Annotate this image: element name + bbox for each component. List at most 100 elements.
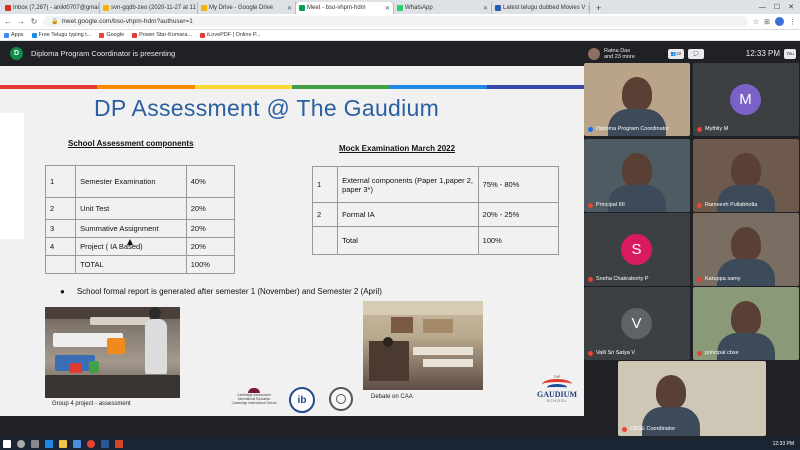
powerpoint-icon[interactable] [115, 440, 123, 448]
tab-favicon-icon [299, 5, 305, 11]
browser-tab[interactable]: Inbox (7,287) - anikt0707@gmail✕ [2, 2, 100, 14]
browser-tab[interactable]: WhatsApp ✕ [394, 2, 492, 14]
participants-button[interactable]: 👥22 [668, 48, 684, 59]
photo1-caption: Group 4 project - assessment [52, 401, 131, 407]
participant-tile[interactable]: CBSE Coordinator [618, 361, 766, 436]
bookmark-item[interactable]: Apps [4, 32, 24, 38]
word-icon[interactable] [101, 440, 109, 448]
browser-tab[interactable]: Latest telugu dubbed Movies V✕ [492, 2, 590, 14]
windows-start-icon[interactable] [3, 440, 11, 448]
participant-tile[interactable]: Diploma Program Coordinator [584, 63, 690, 136]
table-row: Total 100% [311, 226, 560, 255]
stripe-segment [0, 85, 98, 89]
presenting-bar: D Diploma Program Coordinator is present… [0, 41, 584, 66]
tab-title: Inbox (7,287) - anikt0707@gmail [13, 5, 100, 11]
browser-tab[interactable]: My Drive - Google Drive ✕ [198, 2, 296, 14]
new-tab-button[interactable]: + [590, 2, 607, 14]
participant-name-label: Karuppa samy [697, 276, 740, 282]
lock-icon: 🔒 [51, 19, 59, 25]
address-bar: ← → ↻ 🔒 meet.google.com/bso-vhpm-hdm?aut… [0, 14, 800, 30]
bookmark-icon [99, 32, 105, 38]
store-icon[interactable] [73, 440, 81, 448]
mic-off-icon [588, 276, 593, 282]
table-cell-no: 1 [311, 166, 339, 203]
school-assessment-heading: School Assessment components [68, 139, 194, 148]
back-icon[interactable]: ← [4, 17, 12, 26]
table-row: 2 Formal IA 20% - 25% [311, 202, 560, 227]
participant-name-label: Principal IIII [588, 202, 625, 208]
mic-off-icon [697, 350, 702, 356]
participant-tile[interactable]: S Sneha Chakraborty P [584, 213, 690, 286]
reload-icon[interactable]: ↻ [30, 17, 38, 26]
table-row: 4 Project ( IA Based) 20% [44, 237, 236, 256]
folder-icon[interactable] [59, 440, 67, 448]
table-cell-component: External components (Paper 1,paper 2, pa… [337, 166, 479, 203]
menu-icon[interactable]: ⋮ [789, 18, 796, 26]
close-tab-icon[interactable]: ✕ [287, 5, 292, 12]
mock-exam-table: 1 External components (Paper 1,paper 2, p… [311, 166, 560, 255]
close-tab-icon[interactable]: ✕ [483, 5, 488, 12]
participant-tile[interactable]: V Valli Sri Satya V [584, 287, 690, 360]
table-cell-weight: 75% - 80% [477, 166, 560, 203]
self-view[interactable]: You [784, 48, 796, 59]
tab-favicon-icon [201, 5, 207, 11]
participants-summary: Ratna Das and 23 more [604, 47, 635, 60]
table-row: TOTAL 100% [44, 255, 236, 274]
bookmark-item[interactable]: Power Star-Komara... [132, 32, 192, 38]
table-cell-weight: 20% - 25% [477, 202, 560, 227]
report-bullet: ● School formal report is generated afte… [60, 287, 382, 296]
bookmark-label: Apps [11, 32, 24, 38]
browser-tab[interactable]: svn-gqdb-zeo (2020-11-27 at 11✕ [100, 2, 198, 14]
participant-initial-avatar: S [621, 234, 652, 265]
table-cell-component: Summative Assignment [75, 219, 187, 238]
tab-title: WhatsApp [405, 5, 433, 11]
participant-name: Sneha Chakraborty P [596, 276, 649, 282]
bookmark-item[interactable]: Google [99, 32, 124, 38]
forward-icon[interactable]: → [17, 17, 25, 26]
ie-icon[interactable] [45, 440, 53, 448]
tab-favicon-icon [103, 5, 109, 11]
presenting-text: Diploma Program Coordinator is presentin… [31, 49, 176, 58]
participant-tile[interactable]: Karuppa samy [693, 213, 799, 286]
slide-side-panel [0, 113, 24, 239]
extensions-icon[interactable]: ⊞ [764, 18, 770, 26]
participant-tile[interactable]: M Mythily M [693, 63, 799, 136]
participant-name: Rameesh Pullabhotla [705, 202, 758, 208]
bookmark-label: Free Telugu typing t... [38, 32, 92, 38]
school-assessment-table: 1 Semester Examination 40% 2 Unit Test 20% 3 Su… [44, 165, 236, 274]
tab-title: svn-gqdb-zeo (2020-11-27 at 11 [111, 5, 196, 11]
participant-tile[interactable]: Principal IIII [584, 139, 690, 212]
participant-name: Principal IIII [596, 202, 625, 208]
mic-on-icon [588, 126, 593, 132]
bookmark-label: iLovePDF | Online P... [206, 32, 261, 38]
bookmark-item[interactable]: iLovePDF | Online P... [199, 32, 261, 38]
bullet-icon: ● [60, 287, 65, 296]
chrome-icon[interactable] [87, 440, 95, 448]
participant-tile[interactable]: principal cbse [693, 287, 799, 360]
participant-avatar [588, 47, 600, 60]
maximize-icon[interactable]: ☐ [774, 2, 780, 14]
close-window-icon[interactable]: ✕ [788, 2, 794, 14]
search-icon[interactable] [17, 440, 25, 448]
chat-button[interactable]: 💬 [688, 48, 704, 59]
windows-taskbar: 12:33 PM [0, 438, 800, 450]
bookmark-icon [31, 32, 37, 38]
bookmark-item[interactable]: Free Telugu typing t... [31, 32, 92, 38]
cambridge-logo: Cambridge Assessment International Educa… [229, 387, 279, 407]
table-cell-no: 2 [44, 197, 77, 220]
url-field[interactable]: 🔒 meet.google.com/bso-vhpm-hdm?authuser=… [43, 16, 748, 27]
browser-tab[interactable]: Meet - bso-vhpm-hdm ✕ [296, 2, 394, 14]
close-tab-icon[interactable]: ✕ [385, 5, 390, 12]
table-cell-no: 3 [44, 219, 77, 238]
profile-avatar[interactable] [775, 17, 784, 26]
participant-name-label: Mythily M [697, 126, 728, 132]
stripe-segment [486, 85, 584, 89]
table-cell-component: Semester Examination [75, 165, 187, 198]
star-icon[interactable]: ☆ [753, 18, 759, 26]
participant-video-person [656, 375, 686, 409]
participant-tile[interactable]: Rameesh Pullabhotla [693, 139, 799, 212]
task-view-icon[interactable] [31, 440, 39, 448]
participant-video-person [622, 77, 652, 111]
bookmarks-bar: Apps Free Telugu typing t... Google Power S… [0, 30, 800, 41]
minimize-icon[interactable]: — [759, 2, 766, 14]
